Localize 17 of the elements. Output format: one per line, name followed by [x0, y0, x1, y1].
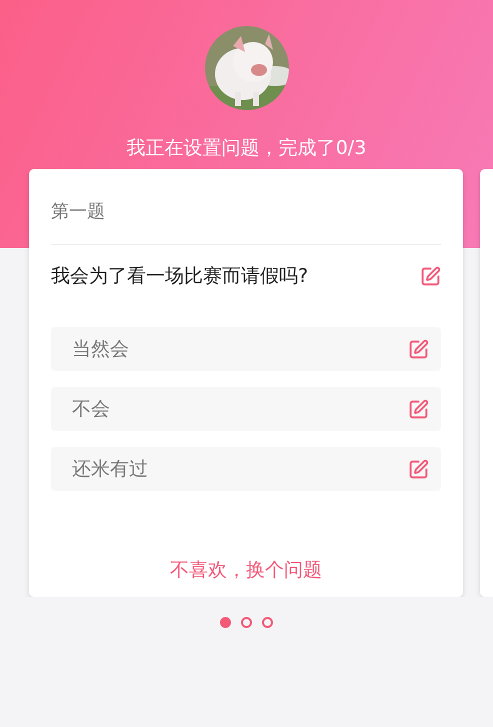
- edit-icon[interactable]: [420, 266, 441, 286]
- answer-option[interactable]: 不会: [51, 387, 441, 431]
- edit-icon[interactable]: [408, 398, 429, 420]
- page-dot[interactable]: [220, 617, 231, 628]
- question-text: 我会为了看一场比赛而请假吗?: [51, 264, 308, 289]
- option-text: 当然会: [72, 337, 129, 362]
- answer-option[interactable]: 当然会: [51, 327, 441, 371]
- page-dot[interactable]: [262, 617, 273, 628]
- change-question-link[interactable]: 不喜欢，换个问题: [170, 557, 322, 583]
- option-text: 还米有过: [72, 457, 148, 482]
- edit-icon[interactable]: [408, 458, 429, 480]
- edit-icon[interactable]: [408, 338, 429, 360]
- question-number: 第一题: [51, 200, 105, 224]
- progress-text: 我正在设置问题，完成了0/3: [126, 136, 366, 161]
- answer-option[interactable]: 还米有过: [51, 447, 441, 491]
- page-dot[interactable]: [241, 617, 252, 628]
- option-text: 不会: [72, 397, 110, 422]
